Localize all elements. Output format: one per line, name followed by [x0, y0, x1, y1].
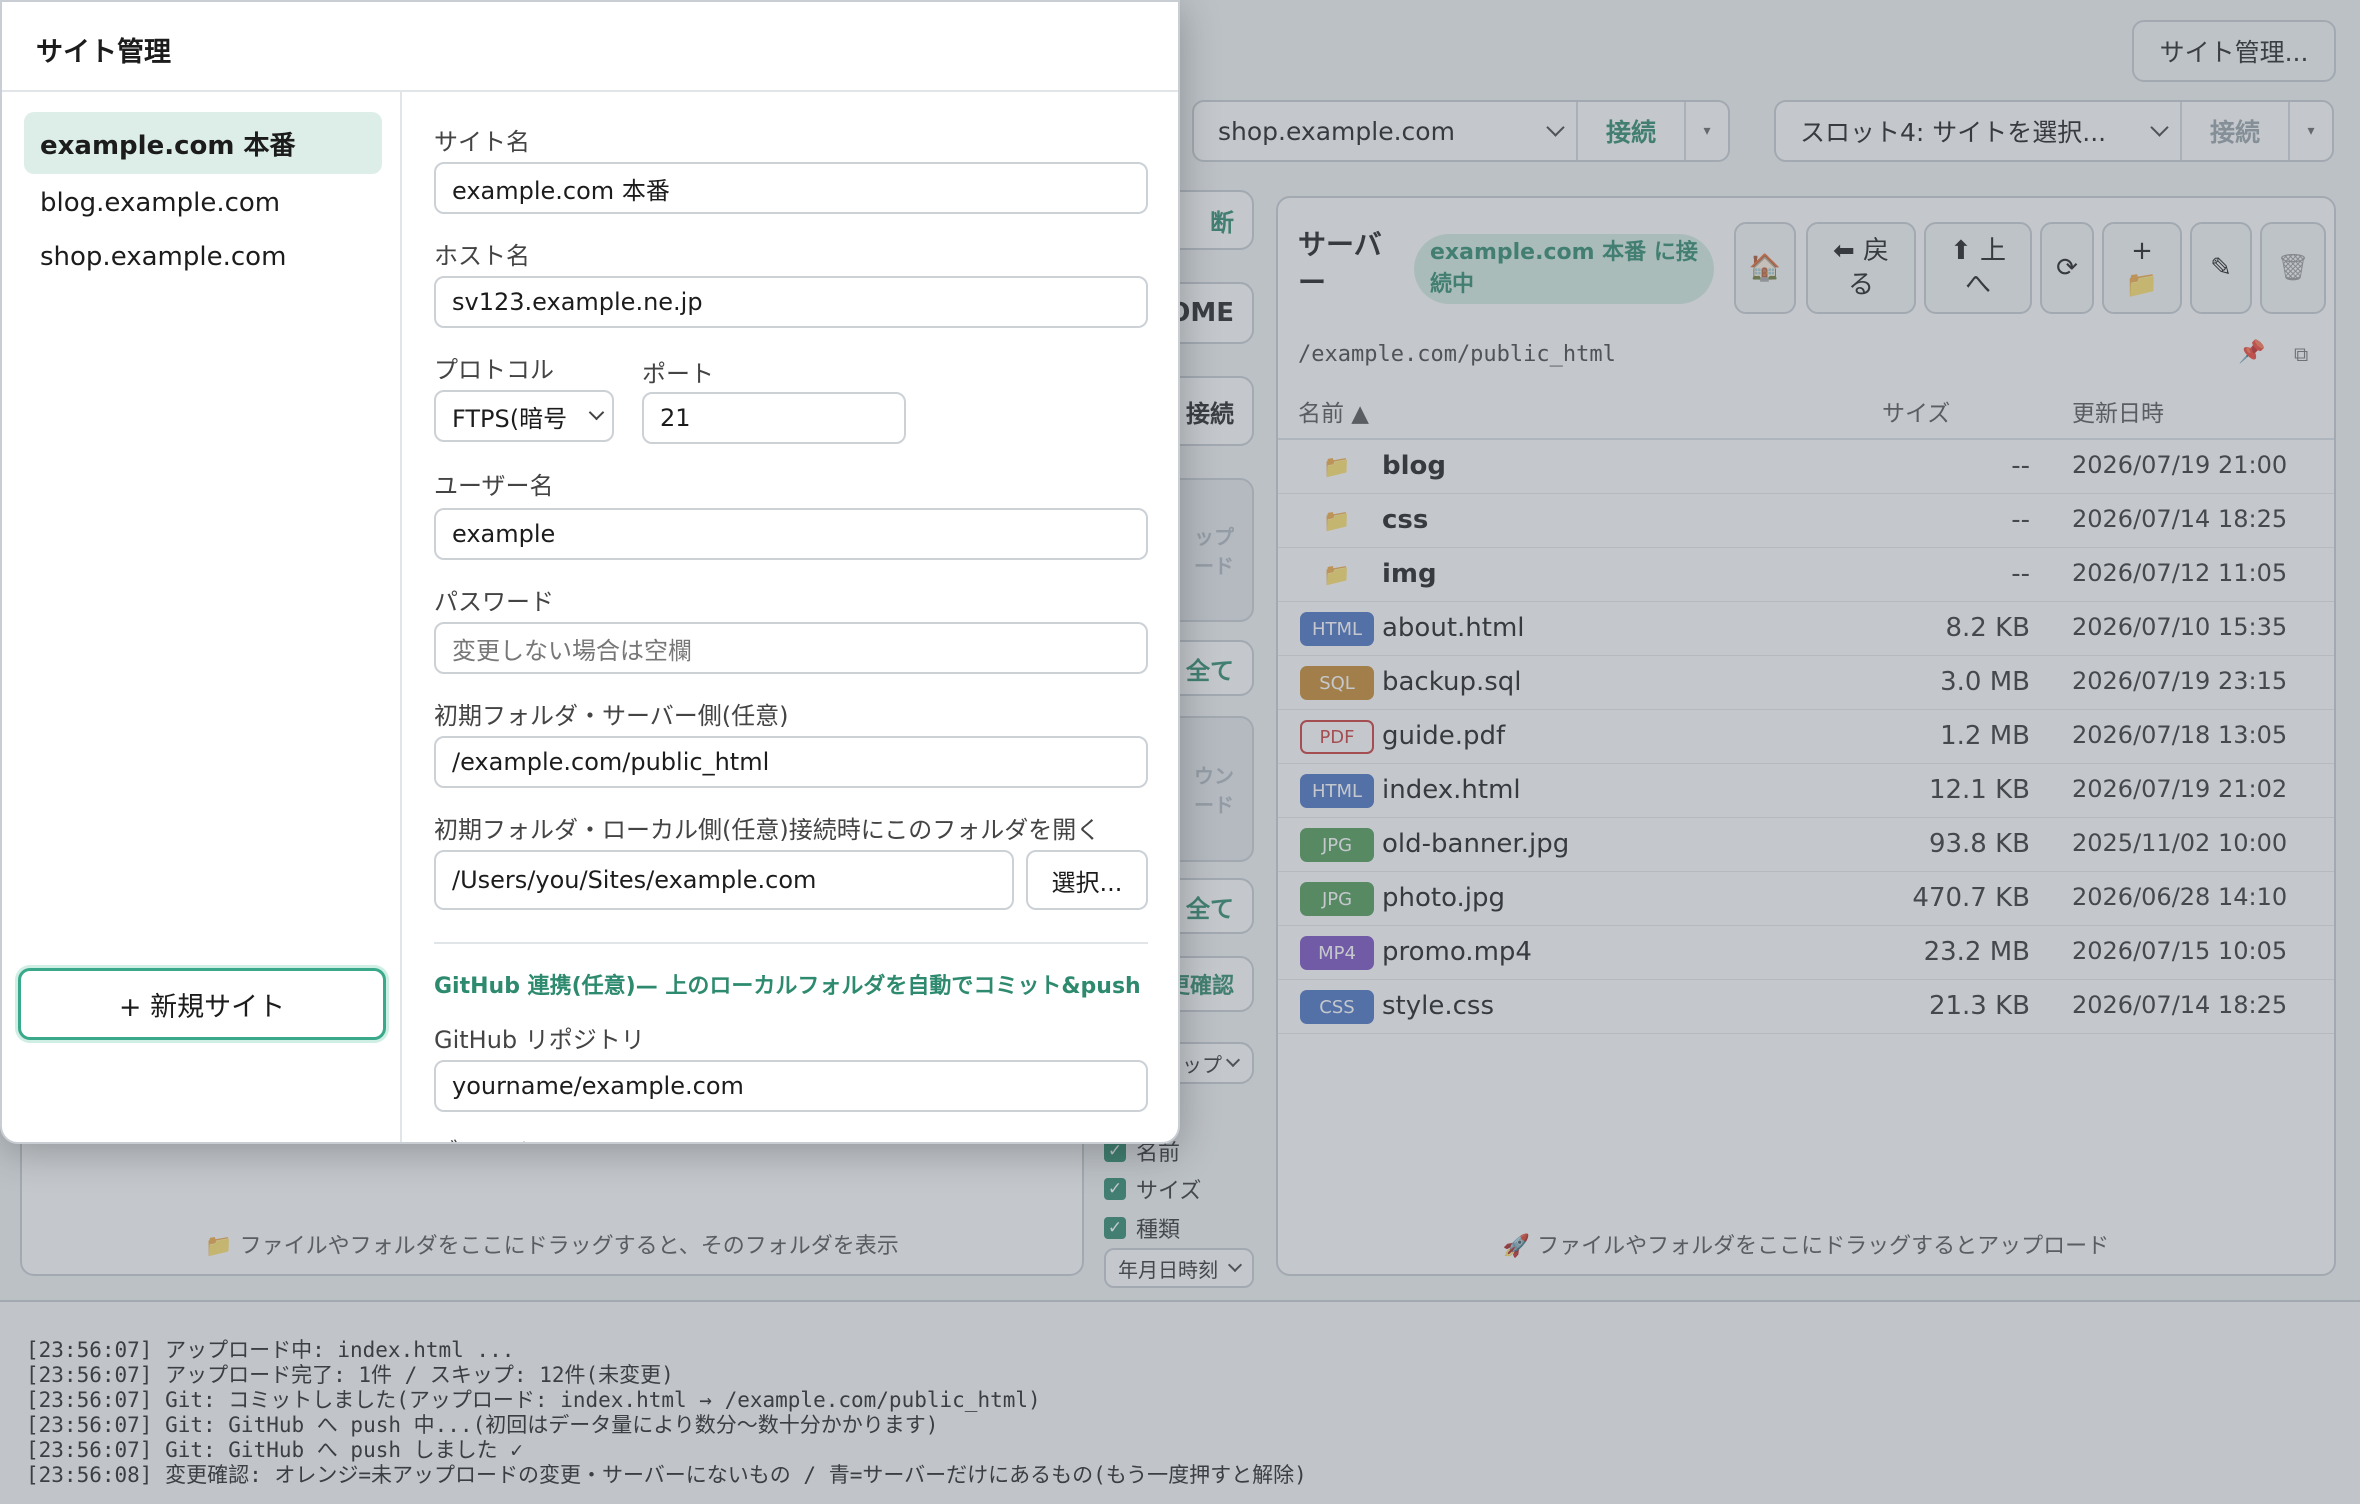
protocol-label: プロトコル [434, 356, 554, 384]
remote-dir-label: 初期フォルダ・サーバー側(任意) [434, 702, 789, 730]
choose-folder-button[interactable]: 選択... [1026, 850, 1148, 910]
user-field[interactable]: example [434, 508, 1148, 560]
host-field[interactable]: sv123.example.ne.jp [434, 276, 1148, 328]
site-name-label: サイト名 [434, 128, 530, 156]
local-dir-field[interactable]: /Users/you/Sites/example.com [434, 850, 1014, 910]
site-item-example-prod[interactable]: example.com 本番 [24, 112, 382, 174]
section-divider [434, 942, 1148, 944]
site-name-field[interactable]: example.com 本番 [434, 162, 1148, 214]
new-site-button[interactable]: + 新規サイト [18, 968, 386, 1040]
port-field[interactable]: 21 [642, 392, 906, 444]
repo-field[interactable]: yourname/example.com [434, 1060, 1148, 1112]
site-item-shop[interactable]: shop.example.com [24, 226, 382, 288]
dialog-title: サイト管理 [36, 37, 171, 68]
site-item-blog[interactable]: blog.example.com [24, 172, 382, 234]
protocol-value: FTPS(暗号 [452, 404, 568, 433]
protocol-select[interactable]: FTPS(暗号 [434, 390, 614, 442]
branch-label: ブランチ [434, 1132, 530, 1142]
site-manager-dialog: サイト管理 example.com 本番 blog.example.com sh… [0, 0, 1180, 1144]
user-label: ユーザー名 [434, 472, 554, 500]
github-section-heading: GitHub 連携(任意)— 上のローカルフォルダを自動でコミット&push [434, 974, 1141, 999]
repo-label: GitHub リポジトリ [434, 1026, 645, 1054]
local-dir-label: 初期フォルダ・ローカル側(任意)接続時にこのフォルダを開く [434, 816, 1101, 844]
remote-dir-field[interactable]: /example.com/public_html [434, 736, 1148, 788]
password-field[interactable]: 変更しない場合は空欄 [434, 622, 1148, 674]
password-label: パスワード [434, 588, 554, 616]
port-label: ポート [642, 360, 714, 388]
host-label: ホスト名 [434, 242, 530, 270]
chevron-down-icon [588, 404, 605, 421]
